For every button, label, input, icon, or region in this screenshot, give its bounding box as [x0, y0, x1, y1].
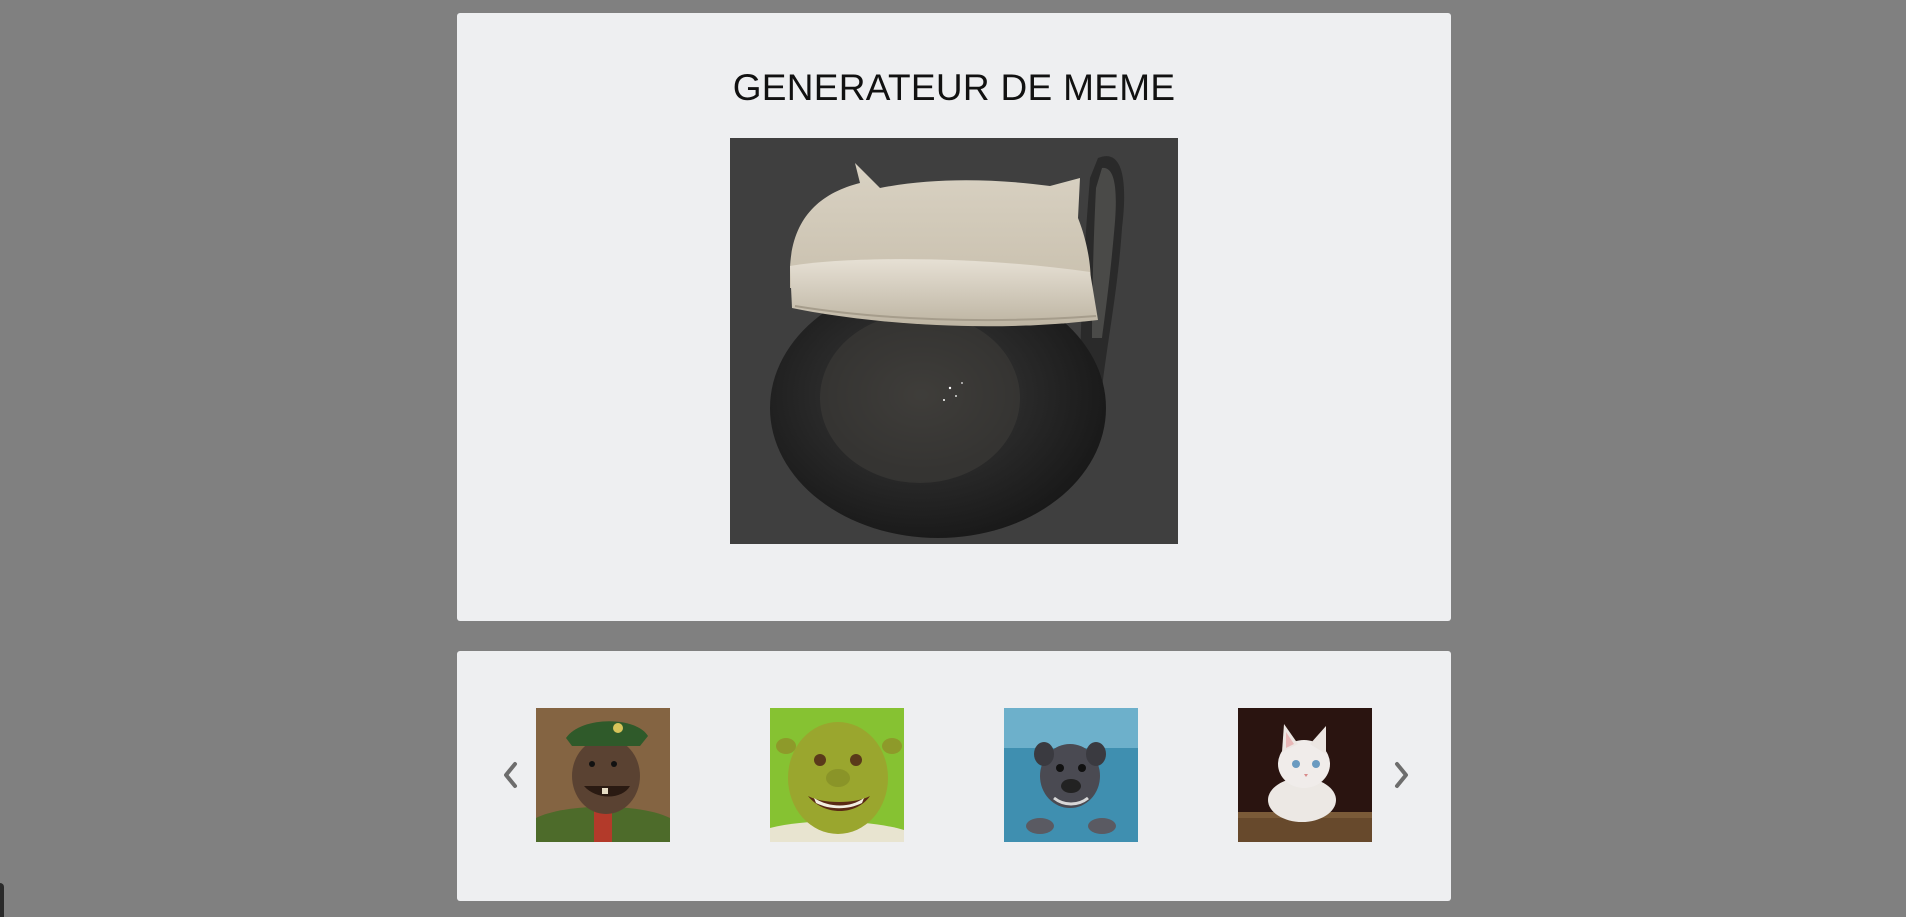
general-image	[536, 708, 670, 842]
dog-image	[1004, 708, 1138, 842]
template-gallery	[457, 651, 1451, 901]
window-edge-handle	[0, 883, 4, 917]
page-title: GENERATEUR DE MEME	[732, 67, 1176, 108]
thumbnail-kitten[interactable]	[1238, 708, 1372, 842]
gallery-prev-button[interactable]	[495, 757, 525, 793]
shrek-image	[770, 708, 904, 842]
meme-editor-panel: GENERATEUR DE MEME	[457, 13, 1451, 621]
thumbnail-dog[interactable]	[1004, 708, 1138, 842]
thumbnail-general[interactable]	[536, 708, 670, 842]
kitten-image	[1238, 708, 1372, 842]
gallery-next-button[interactable]	[1387, 757, 1417, 793]
cat-hat-image	[730, 138, 1178, 544]
chevron-right-icon	[1395, 762, 1408, 788]
thumbnail-shrek[interactable]	[770, 708, 904, 842]
chevron-left-icon	[504, 762, 517, 788]
meme-preview-image	[730, 138, 1178, 544]
